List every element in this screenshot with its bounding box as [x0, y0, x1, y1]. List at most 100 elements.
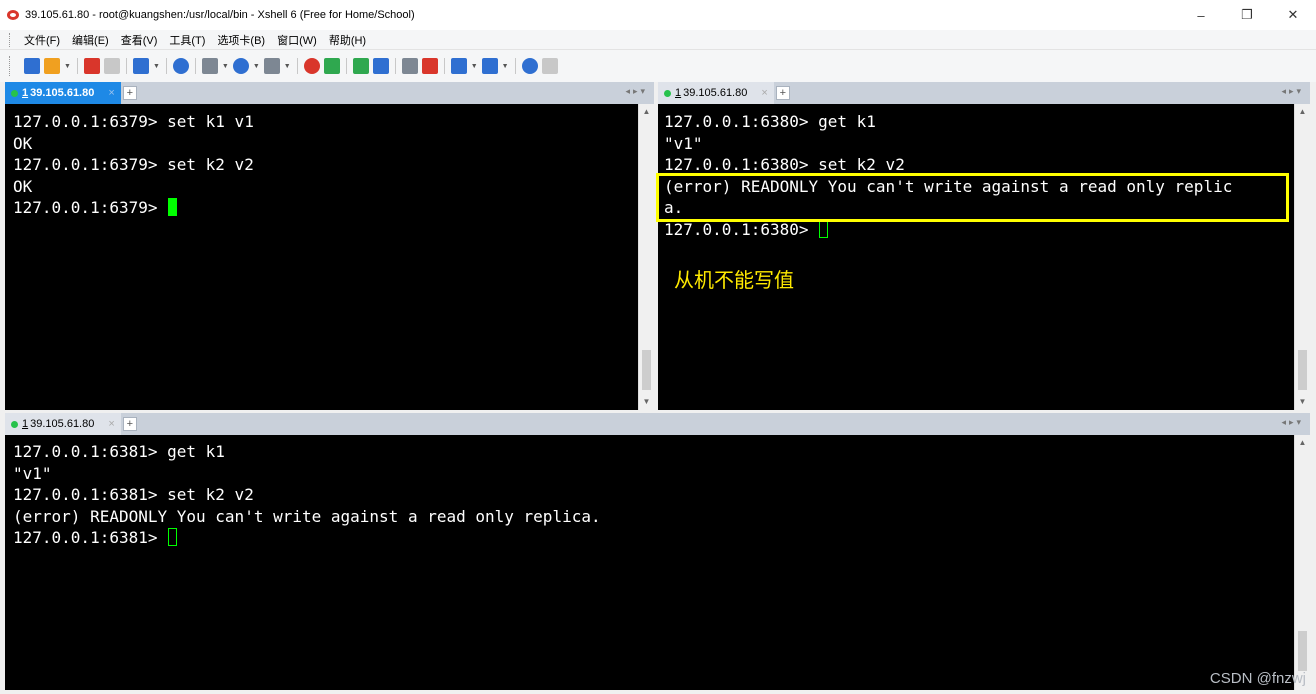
- chat-icon[interactable]: [541, 58, 558, 74]
- close-button[interactable]: ✕: [1270, 0, 1316, 30]
- terminal-cursor: [168, 198, 178, 216]
- tab-scroll-icon[interactable]: ◂▸▾: [1281, 417, 1304, 428]
- chevron-down-icon[interactable]: ▼: [153, 63, 160, 70]
- menu-tools[interactable]: 工具(T): [169, 32, 205, 48]
- script-icon[interactable]: [421, 58, 438, 74]
- menu-edit[interactable]: 编辑(E): [72, 32, 109, 48]
- toolbar-separator: [443, 58, 445, 74]
- session-tab[interactable]: 1 39.105.61.80 ×: [5, 413, 121, 435]
- error-highlight-box: [656, 173, 1289, 222]
- terminal-line: OK: [13, 133, 33, 153]
- toolbar: ▼ ▼ ▼ ▼ ▼ ▼ ▼: [0, 50, 1316, 82]
- scroll-up-icon[interactable]: ▲: [1295, 435, 1310, 451]
- terminal-line: (error) READONLY You can't write against…: [13, 506, 601, 526]
- menu-file[interactable]: 文件(F): [24, 32, 60, 48]
- tab-scroll-icon[interactable]: ◂▸▾: [1281, 86, 1304, 97]
- tab-layout-icon[interactable]: [481, 58, 498, 74]
- lock-icon[interactable]: [372, 58, 389, 74]
- properties-icon[interactable]: [132, 58, 149, 74]
- find-icon[interactable]: [172, 58, 189, 74]
- add-tab-button[interactable]: +: [775, 86, 790, 100]
- chevron-down-icon[interactable]: ▼: [502, 63, 509, 70]
- chevron-down-icon[interactable]: ▼: [471, 63, 478, 70]
- menubar-grip: [9, 33, 11, 47]
- session-tab[interactable]: 1 39.105.61.80 ×: [5, 82, 121, 104]
- status-dot: [11, 420, 18, 428]
- toolbar-separator: [514, 58, 516, 74]
- annotation-label: 从机不能写值: [674, 268, 794, 292]
- open-folder-icon[interactable]: [44, 58, 60, 74]
- xftp-icon[interactable]: [323, 58, 340, 74]
- session-tab[interactable]: 1 39.105.61.80 ×: [658, 82, 774, 104]
- tab-number: 1: [22, 418, 29, 430]
- chevron-down-icon[interactable]: ▼: [222, 63, 229, 70]
- add-tab-button[interactable]: +: [122, 417, 137, 431]
- scroll-thumb[interactable]: [1298, 631, 1307, 671]
- scroll-up-icon[interactable]: ▲: [1295, 104, 1310, 120]
- tab-strip-bottom: 1 39.105.61.80 × + ◂▸▾: [5, 413, 1310, 435]
- tab-label: 39.105.61.80: [30, 87, 95, 99]
- minimize-button[interactable]: –: [1178, 0, 1224, 30]
- add-tab-button[interactable]: +: [122, 86, 137, 100]
- window-controls: – ❐ ✕: [1178, 0, 1316, 30]
- scroll-thumb[interactable]: [1298, 350, 1307, 390]
- terminal-cursor: [168, 528, 178, 546]
- terminal-line: "v1": [664, 133, 703, 153]
- tab-scroll-icon[interactable]: ◂▸▾: [625, 86, 648, 97]
- toolbar-separator: [345, 58, 347, 74]
- terminal-prompt: 127.0.0.1:6379>: [13, 198, 168, 217]
- terminal-pane-6381[interactable]: 127.0.0.1:6381> get k1 "v1" 127.0.0.1:6381…: [5, 435, 1310, 690]
- vertical-scrollbar[interactable]: ▲: [1294, 435, 1310, 690]
- watermark: CSDN @fnzwj: [1209, 670, 1306, 687]
- vertical-scrollbar[interactable]: ▲ ▼: [638, 104, 654, 410]
- layout-icon[interactable]: [450, 58, 467, 74]
- toolbar-separator: [394, 58, 396, 74]
- close-icon[interactable]: ×: [761, 87, 767, 99]
- tab-label: 39.105.61.80: [683, 87, 748, 99]
- transfer-icon[interactable]: [201, 58, 218, 74]
- help-icon[interactable]: [521, 58, 538, 74]
- toolbar-separator: [125, 58, 127, 74]
- terminal-prompt: 127.0.0.1:6380>: [664, 219, 819, 239]
- window-title: 39.105.61.80 - root@kuangshen:/usr/local…: [25, 9, 415, 21]
- xshell-app-icon: [6, 8, 20, 22]
- terminal-line: 127.0.0.1:6379> set k1 v1: [13, 112, 254, 131]
- terminal-line: 127.0.0.1:6379> set k2 v2: [13, 155, 254, 174]
- tab-number: 1: [22, 87, 29, 99]
- keyboard-icon[interactable]: [401, 58, 418, 74]
- toolbar-grip: [9, 56, 11, 76]
- tab-number: 1: [675, 87, 682, 99]
- scroll-down-icon[interactable]: ▼: [639, 394, 654, 410]
- globe-icon[interactable]: [232, 58, 249, 74]
- scroll-down-icon[interactable]: ▼: [1295, 394, 1310, 410]
- tab-label: 39.105.61.80: [30, 418, 95, 430]
- title-bar: 39.105.61.80 - root@kuangshen:/usr/local…: [0, 0, 1316, 30]
- terminal-pane-6379[interactable]: 127.0.0.1:6379> set k1 v1 OK 127.0.0.1:637…: [5, 104, 654, 410]
- close-icon[interactable]: ×: [108, 87, 114, 99]
- menu-bar: 文件(F) 编辑(E) 查看(V) 工具(T) 选项卡(B) 窗口(W) 帮助(…: [0, 30, 1316, 50]
- toolbar-separator: [296, 58, 298, 74]
- vertical-scrollbar[interactable]: ▲ ▼: [1294, 104, 1310, 410]
- terminal-cursor: [819, 219, 829, 238]
- reconnect-icon[interactable]: [83, 58, 100, 74]
- chevron-down-icon[interactable]: ▼: [253, 63, 260, 70]
- terminal-line: 127.0.0.1:6380> get k1: [664, 112, 876, 131]
- menu-help[interactable]: 帮助(H): [329, 32, 366, 48]
- toolbar-separator: [194, 58, 196, 74]
- font-icon[interactable]: [263, 58, 280, 74]
- menu-window[interactable]: 窗口(W): [277, 32, 317, 48]
- chevron-down-icon[interactable]: ▼: [64, 63, 71, 70]
- scroll-up-icon[interactable]: ▲: [639, 104, 654, 120]
- terminal-pane-6380[interactable]: 127.0.0.1:6380> get k1 "v1" 127.0.0.1:6380…: [656, 104, 1310, 410]
- maximize-button[interactable]: ❐: [1224, 0, 1270, 30]
- menu-tabs[interactable]: 选项卡(B): [217, 32, 265, 48]
- disconnect-icon[interactable]: [103, 58, 120, 74]
- tab-strip-top-left: 1 39.105.61.80 × + ◂▸▾: [5, 82, 654, 104]
- scroll-thumb[interactable]: [642, 350, 651, 390]
- chevron-down-icon[interactable]: ▼: [284, 63, 291, 70]
- new-session-icon[interactable]: [24, 58, 40, 74]
- fullscreen-icon[interactable]: [352, 58, 369, 74]
- close-icon[interactable]: ×: [108, 418, 114, 430]
- xshell-logo-icon[interactable]: [303, 58, 320, 74]
- menu-view[interactable]: 查看(V): [121, 32, 158, 48]
